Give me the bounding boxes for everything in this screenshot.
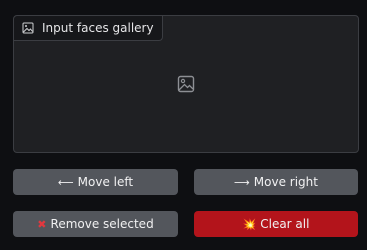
arrow-left-icon: ⟵ bbox=[57, 175, 74, 189]
move-right-button[interactable]: ⟶ Move right bbox=[194, 169, 358, 195]
arrow-right-icon: ⟶ bbox=[234, 175, 250, 189]
clear-all-label: Clear all bbox=[260, 217, 310, 231]
input-faces-gallery[interactable]: Input faces gallery bbox=[13, 15, 359, 153]
move-right-label: Move right bbox=[253, 175, 318, 189]
explosion-icon: 💥 bbox=[242, 217, 257, 231]
move-left-button[interactable]: ⟵ Move left bbox=[13, 169, 178, 195]
move-left-label: Move left bbox=[77, 175, 134, 189]
cross-icon: ✖ bbox=[37, 217, 47, 231]
clear-all-button[interactable]: 💥 Clear all bbox=[194, 211, 358, 237]
remove-selected-label: Remove selected bbox=[50, 217, 154, 231]
image-icon bbox=[22, 22, 34, 34]
remove-selected-button[interactable]: ✖ Remove selected bbox=[13, 211, 178, 237]
image-placeholder-icon bbox=[177, 75, 195, 93]
gallery-label-text: Input faces gallery bbox=[42, 21, 154, 35]
gallery-label: Input faces gallery bbox=[14, 16, 163, 41]
